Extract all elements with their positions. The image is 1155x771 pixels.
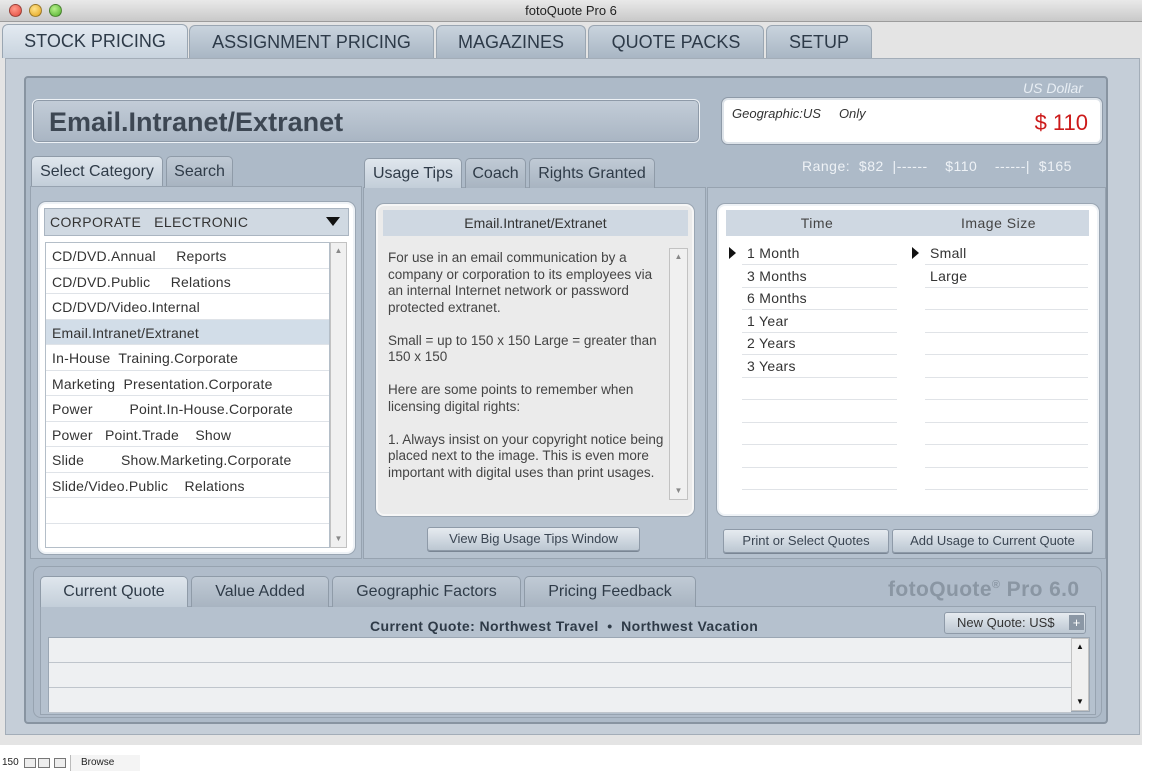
current-quote-title: Current Quote: Northwest Travel • Northw… — [370, 618, 759, 634]
zoom-window-button[interactable] — [49, 4, 62, 17]
triangle-down-icon — [326, 217, 340, 226]
category-scrollbar[interactable]: ▲ ▼ — [330, 242, 347, 548]
title-bar: fotoQuote Pro 6 — [0, 0, 1142, 22]
tab-search[interactable]: Search — [166, 156, 233, 186]
list-item[interactable]: CD/DVD.Public Relations — [46, 269, 329, 294]
tab-geographic-factors[interactable]: Geographic Factors — [332, 576, 521, 607]
category-dropdown[interactable]: CORPORATE ELECTRONIC — [44, 208, 349, 236]
scroll-up-icon[interactable]: ▲ — [1072, 639, 1088, 655]
usage-tips-scrollbar[interactable]: ▲ ▼ — [669, 248, 688, 500]
zoom-out-icon[interactable] — [24, 758, 36, 768]
time-option[interactable]: 1 Month — [742, 242, 897, 265]
size-column-header: Image Size — [908, 210, 1089, 236]
tip-paragraph: 1. Always insist on your copyright notic… — [388, 431, 664, 482]
time-option[interactable]: 2 Years — [742, 332, 897, 355]
tab-setup[interactable]: SETUP — [766, 25, 872, 58]
time-option[interactable]: 3 Years — [742, 355, 897, 378]
usage-tips-text: For use in an email communication by a c… — [388, 250, 666, 498]
geographic-label: Geographic:US Only — [732, 106, 866, 121]
selected-size-marker-icon — [912, 247, 919, 259]
window-title: fotoQuote Pro 6 — [525, 3, 617, 18]
scroll-down-icon[interactable]: ▼ — [331, 531, 346, 547]
new-quote-button[interactable]: New Quote: US$ + — [944, 612, 1086, 634]
list-item-selected[interactable]: Email.Intranet/Extranet — [46, 319, 329, 345]
price-value: $ 110 — [1034, 110, 1088, 135]
main-tabs: STOCK PRICING ASSIGNMENT PRICING MAGAZIN… — [0, 22, 1142, 58]
scroll-down-icon[interactable]: ▼ — [1072, 694, 1088, 710]
tab-quote-packs[interactable]: QUOTE PACKS — [588, 25, 764, 58]
plus-icon[interactable]: + — [1069, 615, 1084, 630]
status-bar: 150 Browse — [0, 755, 1155, 771]
table-row[interactable] — [49, 663, 1071, 688]
currency-label: US Dollar — [1023, 80, 1083, 96]
tip-paragraph: For use in an email communication by a c… — [388, 250, 653, 315]
category-list: CD/DVD.Annual Reports CD/DVD.Public Rela… — [45, 242, 330, 548]
zoom-level[interactable]: 150 — [2, 757, 19, 768]
usage-title: Email.Intranet/Extranet — [32, 99, 700, 143]
view-big-tips-button[interactable]: View Big Usage Tips Window — [427, 527, 640, 551]
tab-coach[interactable]: Coach — [465, 158, 526, 188]
tab-select-category[interactable]: Select Category — [31, 156, 163, 186]
price-range: Range: $82 |------ $110 ------| $165 — [802, 158, 1072, 174]
time-column-header: Time — [726, 210, 908, 236]
minimize-window-button[interactable] — [29, 4, 42, 17]
list-item[interactable]: Slide Show.Marketing.Corporate — [46, 447, 329, 473]
tip-paragraph: Here are some points to remember when li… — [388, 382, 634, 414]
selected-time-marker-icon — [729, 247, 736, 259]
list-item[interactable]: Marketing Presentation.Corporate — [46, 371, 329, 396]
mode-indicator[interactable]: Browse — [70, 755, 140, 771]
quote-list — [48, 637, 1090, 713]
tab-current-quote[interactable]: Current Quote — [40, 576, 188, 607]
scroll-down-icon[interactable]: ▼ — [670, 483, 687, 499]
table-row[interactable] — [49, 688, 1071, 713]
zoom-in-icon[interactable] — [38, 758, 50, 768]
list-item[interactable]: CD/DVD.Annual Reports — [46, 243, 329, 269]
tab-value-added[interactable]: Value Added — [191, 576, 329, 607]
add-usage-button[interactable]: Add Usage to Current Quote — [892, 529, 1093, 553]
time-option[interactable]: 6 Months — [742, 287, 897, 310]
close-window-button[interactable] — [9, 4, 22, 17]
list-item[interactable]: CD/DVD/Video.Internal — [46, 294, 329, 320]
time-option[interactable]: 3 Months — [742, 265, 897, 288]
list-item[interactable]: In-House Training.Corporate — [46, 345, 329, 371]
size-option[interactable]: Small — [925, 242, 1088, 265]
scroll-up-icon[interactable]: ▲ — [670, 249, 687, 265]
list-item[interactable]: Slide/Video.Public Relations — [46, 473, 329, 498]
quote-scrollbar[interactable]: ▲ ▼ — [1071, 638, 1089, 711]
scroll-up-icon[interactable]: ▲ — [331, 243, 346, 259]
category-dropdown-value: CORPORATE ELECTRONIC — [50, 214, 249, 230]
tab-stock-pricing[interactable]: STOCK PRICING — [2, 24, 188, 58]
list-item[interactable]: Power Point.Trade Show — [46, 422, 329, 447]
tab-assignment-pricing[interactable]: ASSIGNMENT PRICING — [189, 25, 434, 58]
brand-logo: fotoQuote® Pro 6.0 — [888, 578, 1080, 601]
table-row[interactable] — [49, 638, 1071, 663]
usage-tips-header: Email.Intranet/Extranet — [383, 210, 688, 236]
tab-usage-tips[interactable]: Usage Tips — [364, 158, 462, 188]
tab-rights-granted[interactable]: Rights Granted — [529, 158, 655, 188]
tab-pricing-feedback[interactable]: Pricing Feedback — [524, 576, 696, 607]
print-select-quotes-button[interactable]: Print or Select Quotes — [723, 529, 889, 553]
list-item[interactable]: Power Point.In-House.Corporate — [46, 396, 329, 422]
time-option[interactable]: 1 Year — [742, 310, 897, 333]
status-area-icon[interactable] — [54, 758, 66, 768]
tip-paragraph: Small = up to 150 x 150 Large = greater … — [388, 332, 657, 365]
price-box: Geographic:US Only $ 110 — [722, 98, 1102, 144]
tab-magazines[interactable]: MAGAZINES — [436, 25, 586, 58]
size-option[interactable]: Large — [925, 265, 1088, 288]
